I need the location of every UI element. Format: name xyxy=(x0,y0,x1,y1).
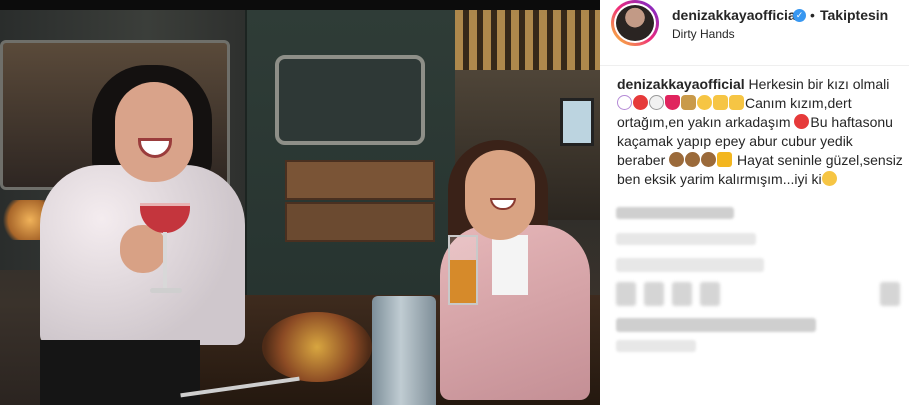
balloon-emoji-icon xyxy=(633,95,648,110)
photo-truck-window xyxy=(275,55,425,145)
blurred-comment xyxy=(616,258,764,272)
following-button[interactable]: Takiptesin xyxy=(820,7,888,23)
caption-text-line1: Herkesin bir kızı olmali xyxy=(748,76,890,92)
blurred-icon xyxy=(672,282,692,306)
blurred-comment xyxy=(616,233,756,245)
photo-drawer xyxy=(285,160,435,200)
blurred-comment xyxy=(616,207,734,219)
thumbs-up-emoji-icon xyxy=(713,95,728,110)
blurred-comment xyxy=(616,318,816,332)
photo-girl-drink xyxy=(448,235,478,305)
verified-badge-icon: ✓ xyxy=(793,9,806,22)
blurred-icon xyxy=(880,282,900,306)
photo-food-plate xyxy=(262,312,372,382)
photo-monitor xyxy=(560,98,594,146)
blurred-icon xyxy=(644,282,664,306)
see-no-evil-monkey-emoji-icon xyxy=(669,152,685,167)
balloon-emoji-icon xyxy=(794,114,810,129)
photo-girl-face xyxy=(465,150,535,240)
see-no-evil-monkey-emoji-icon xyxy=(685,152,701,167)
unicorn-emoji-icon xyxy=(617,95,632,110)
photo-glass-base xyxy=(150,288,182,293)
blurred-icon xyxy=(700,282,720,306)
header-username[interactable]: denizakkayaofficial xyxy=(672,7,800,23)
see-no-evil-monkey-emoji-icon xyxy=(701,152,717,167)
photo-top-strip xyxy=(0,0,600,10)
caption-username[interactable]: denizakkayaofficial xyxy=(617,76,745,92)
photo-woman-face xyxy=(115,82,193,182)
photo-woman-pants xyxy=(40,340,200,405)
blurred-icon xyxy=(616,282,636,306)
post-photo[interactable] xyxy=(0,0,600,405)
camel-emoji-icon xyxy=(681,95,696,110)
post-caption: denizakkayaofficial Herkesin bir kızı ol… xyxy=(617,75,904,189)
ok-hand-emoji-icon xyxy=(729,95,744,110)
photo-glass-stem xyxy=(163,232,167,292)
post-side-panel: denizakkayaofficial ✓ • Takiptesin Dirty… xyxy=(600,0,909,405)
post-header: denizakkayaofficial ✓ • Takiptesin Dirty… xyxy=(600,0,909,66)
grinning-emoji-icon xyxy=(697,95,712,110)
crown-emoji-icon xyxy=(717,152,733,167)
photo-food-truck xyxy=(245,10,455,295)
photo-pitcher xyxy=(372,296,436,405)
photo-girl-shirt xyxy=(492,235,528,295)
photo-drawer xyxy=(285,202,435,242)
avatar[interactable] xyxy=(614,3,656,43)
blurred-comment xyxy=(616,340,696,352)
separator-dot: • xyxy=(810,7,815,23)
hugging-face-emoji-icon xyxy=(821,171,837,186)
photo-ceiling-lights xyxy=(455,10,600,70)
ghost-emoji-icon xyxy=(649,95,664,110)
heart-emoji-icon xyxy=(665,95,680,110)
location-link[interactable]: Dirty Hands xyxy=(672,27,735,41)
